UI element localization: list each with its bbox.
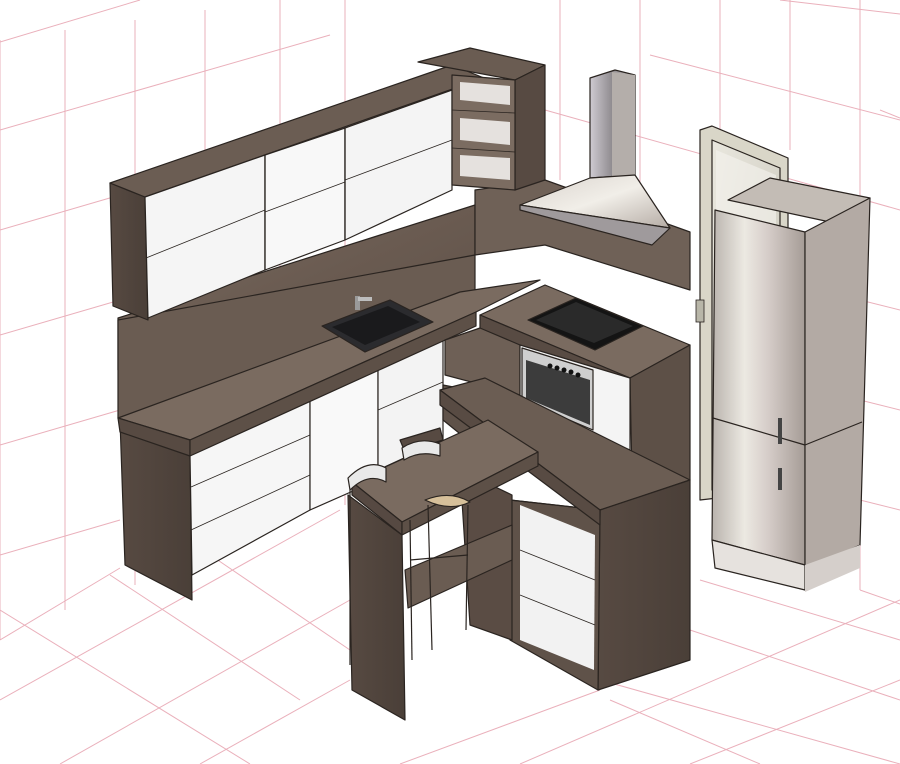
- fridge[interactable]: [711, 177, 871, 592]
- fridge-upper-handle-icon[interactable]: [778, 418, 782, 444]
- kitchen-scene[interactable]: [0, 0, 900, 764]
- fridge-lower-handle-icon[interactable]: [778, 468, 782, 490]
- door-handle-icon[interactable]: [695, 299, 705, 323]
- 3d-viewport[interactable]: [0, 0, 900, 764]
